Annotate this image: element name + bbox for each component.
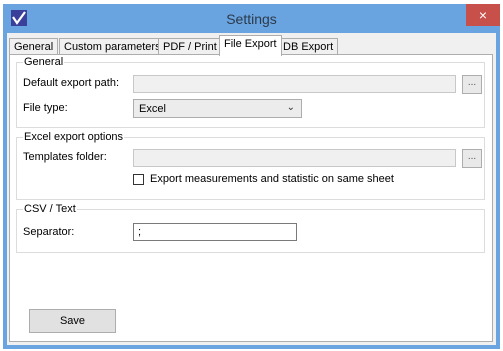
file-export-panel: General Default export path: ... File ty… [9,54,493,342]
dialog-client-area: General Custom parameters PDF / Print Fi… [7,33,496,345]
title-bar[interactable]: Settings × [3,4,500,33]
separator-label: Separator: [23,226,75,238]
excel-options-group-title: Excel export options [23,131,125,143]
close-button[interactable]: × [466,4,500,26]
general-group-title: General [23,56,65,68]
separator-value: ; [138,226,142,238]
general-group: General Default export path: ... File ty… [16,56,485,128]
excel-options-group: Excel export options Templates folder: .… [16,131,485,200]
file-type-label: File type: [23,102,68,114]
tab-custom-parameters[interactable]: Custom parameters [59,38,166,55]
window-title: Settings [226,11,277,27]
templates-folder-field[interactable] [133,149,456,167]
file-type-value: Excel [139,103,166,115]
templates-folder-browse-button[interactable]: ... [462,149,482,168]
tab-db-export[interactable]: DB Export [278,38,339,55]
csv-text-group: CSV / Text Separator: ; [16,203,485,253]
templates-folder-label: Templates folder: [23,151,107,163]
chevron-down-icon: ⌄ [286,102,295,113]
csv-text-group-title: CSV / Text [23,203,77,215]
file-type-select[interactable]: Excel ⌄ [133,99,302,118]
settings-window: Settings × General Custom parameters PDF… [3,4,500,349]
same-sheet-label[interactable]: Export measurements and statistic on sam… [150,173,394,185]
save-button[interactable]: Save [29,309,116,333]
export-path-label: Default export path: [23,77,120,89]
export-path-browse-button[interactable]: ... [462,75,482,94]
tab-file-export[interactable]: File Export [219,35,282,56]
separator-field[interactable]: ; [133,223,297,241]
tab-general[interactable]: General [9,38,59,55]
export-path-field[interactable] [133,75,456,93]
tab-pdf-print[interactable]: PDF / Print [158,38,222,55]
same-sheet-checkbox[interactable] [133,174,144,185]
